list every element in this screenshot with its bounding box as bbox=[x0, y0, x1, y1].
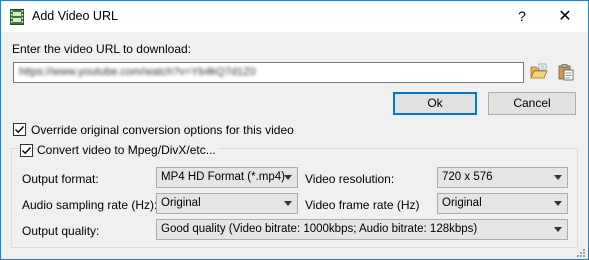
url-prompt-label: Enter the video URL to download: bbox=[12, 42, 191, 56]
video-frame-rate-label: Video frame rate (Hz) bbox=[305, 198, 420, 212]
paste-icon[interactable] bbox=[557, 63, 575, 81]
help-icon: ? bbox=[518, 8, 526, 24]
folder-open-icon[interactable] bbox=[530, 63, 548, 81]
film-icon bbox=[10, 9, 24, 25]
convert-checkbox[interactable] bbox=[20, 144, 33, 157]
override-checkbox[interactable] bbox=[13, 123, 26, 136]
url-input[interactable]: https://www.youtube.com/watch?v=Yb4kQ7d1… bbox=[13, 62, 524, 83]
video-resolution-select[interactable]: 720 x 576 bbox=[437, 167, 568, 188]
checkmark-icon bbox=[22, 147, 32, 155]
window-title: Add Video URL bbox=[32, 9, 118, 23]
audio-sampling-rate-select[interactable]: Original bbox=[156, 193, 298, 214]
ok-button[interactable]: Ok bbox=[393, 92, 477, 115]
checkmark-icon bbox=[15, 126, 25, 134]
dropdown-arrow-icon bbox=[284, 175, 292, 180]
video-resolution-value: 720 x 576 bbox=[442, 171, 493, 183]
dropdown-arrow-icon bbox=[284, 201, 292, 206]
add-video-url-dialog: Add Video URL ? ✕ Enter the video URL to… bbox=[0, 0, 589, 260]
output-quality-label: Output quality: bbox=[22, 224, 100, 238]
dropdown-arrow-icon bbox=[554, 201, 562, 206]
override-label: Override original conversion options for… bbox=[31, 123, 294, 137]
audio-sampling-rate-label: Audio sampling rate (Hz): bbox=[22, 198, 158, 212]
close-icon: ✕ bbox=[558, 8, 572, 25]
output-quality-value: Good quality (Video bitrate: 1000kbps; A… bbox=[161, 223, 478, 235]
resize-grip-icon[interactable] bbox=[576, 247, 586, 257]
dropdown-arrow-icon bbox=[554, 227, 562, 232]
url-input-value: https://www.youtube.com/watch?v=Yb4kQ7d1… bbox=[19, 66, 256, 78]
output-format-label: Output format: bbox=[22, 172, 99, 186]
output-format-select[interactable]: MP4 HD Format (*.mp4) bbox=[156, 167, 298, 188]
output-format-value: MP4 HD Format (*.mp4) bbox=[161, 171, 285, 183]
help-button[interactable]: ? bbox=[504, 1, 540, 32]
title-bar: Add Video URL ? ✕ bbox=[1, 1, 588, 32]
convert-label: Convert video to Mpeg/DivX/etc... bbox=[37, 143, 219, 157]
cancel-button[interactable]: Cancel bbox=[488, 92, 576, 115]
close-button[interactable]: ✕ bbox=[542, 1, 588, 32]
video-resolution-label: Video resolution: bbox=[305, 172, 395, 186]
video-frame-rate-select[interactable]: Original bbox=[437, 193, 568, 214]
audio-sampling-rate-value: Original bbox=[161, 197, 201, 209]
video-frame-rate-value: Original bbox=[442, 197, 482, 209]
dropdown-arrow-icon bbox=[554, 175, 562, 180]
output-quality-select[interactable]: Good quality (Video bitrate: 1000kbps; A… bbox=[156, 219, 568, 240]
